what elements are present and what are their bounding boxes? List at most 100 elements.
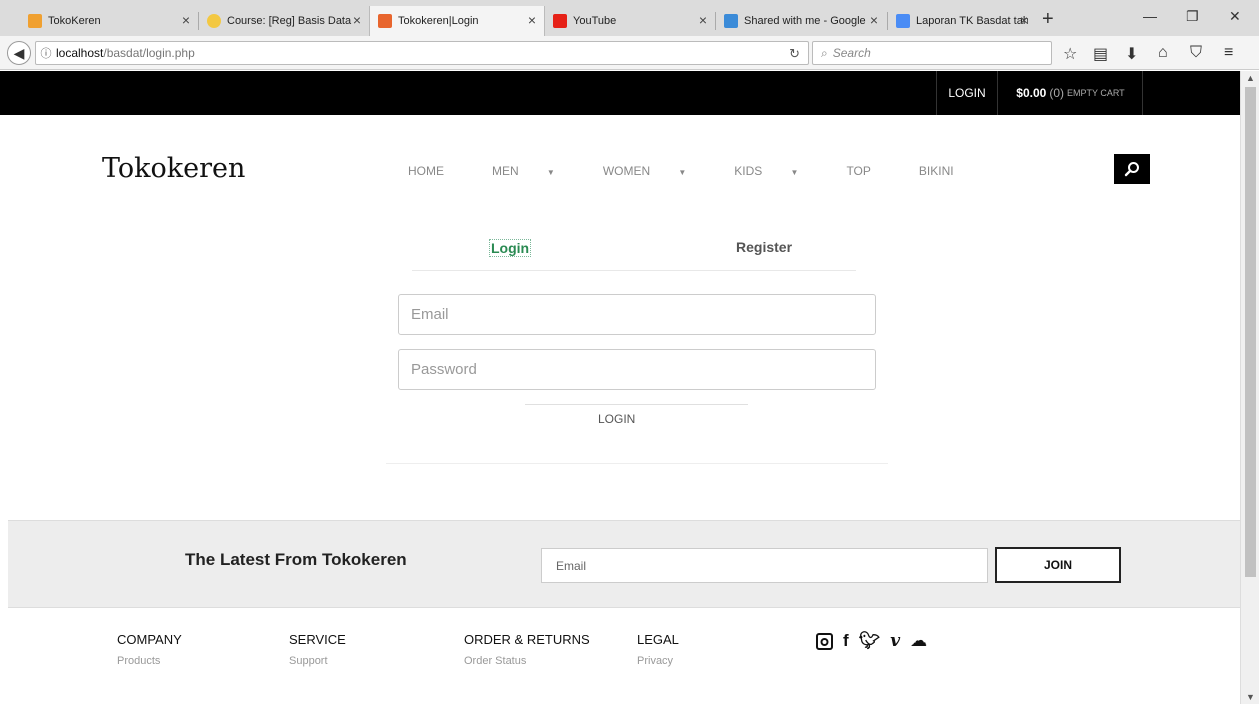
reload-icon[interactable]: ↻ (789, 46, 800, 62)
close-tab-icon[interactable]: × (353, 12, 361, 28)
footer-link[interactable]: Order Status (464, 655, 590, 667)
cart-amount: $0.00 (1016, 86, 1047, 100)
cart-count: (0) (1049, 86, 1064, 100)
vimeo-icon[interactable]: v (890, 631, 900, 651)
browser-tab-strip: TokoKeren × Course: [Reg] Basis Data × T… (0, 0, 1259, 36)
join-button[interactable]: JOIN (995, 547, 1121, 583)
cart-summary[interactable]: $0.00 (0) EMPTY CART (999, 71, 1143, 115)
login-button[interactable]: LOGIN (598, 412, 635, 426)
page-scrollbar[interactable]: ▲ ▼ (1240, 71, 1259, 704)
close-window-icon[interactable]: ✕ (1229, 8, 1241, 25)
scroll-down-icon[interactable]: ▼ (1246, 692, 1255, 702)
back-arrow-icon[interactable]: ◀ (7, 41, 31, 65)
scrollbar-thumb[interactable] (1245, 87, 1256, 577)
main-menu: HOME MEN ▼ WOMEN ▼ KIDS ▼ TOP BIKINI (408, 164, 1002, 178)
menu-icon[interactable]: ≡ (1224, 44, 1233, 62)
caret-down-icon: ▼ (676, 168, 687, 177)
browser-tab[interactable]: TokoKeren × (20, 6, 198, 36)
download-icon[interactable]: ⬇ (1125, 44, 1138, 64)
tab-title: Shared with me - Google (744, 15, 866, 27)
footer-link[interactable]: Products (117, 655, 182, 667)
newsletter-email-input[interactable]: Email (541, 548, 988, 583)
browser-tab[interactable]: Course: [Reg] Basis Data × (199, 6, 369, 36)
instagram-icon[interactable] (816, 632, 833, 650)
browser-toolbar: ◀ ⓘ localhost /basdat/login.php ↻ ⌕ Sear… (0, 36, 1259, 70)
social-links: f 🐦︎ v ☁ (816, 631, 927, 651)
soundcloud-icon[interactable]: ☁ (910, 631, 927, 651)
close-tab-icon[interactable]: × (870, 12, 878, 28)
menu-item-bikini[interactable]: BIKINI (919, 164, 978, 178)
close-tab-icon[interactable]: × (1020, 12, 1028, 28)
menu-item-top[interactable]: TOP (846, 164, 894, 178)
browser-tab[interactable]: Shared with me - Google × (716, 6, 886, 36)
menu-label: MEN (492, 164, 519, 178)
scroll-up-icon[interactable]: ▲ (1246, 73, 1255, 83)
password-field[interactable]: Password (398, 349, 876, 390)
menu-item-women[interactable]: WOMEN ▼ (603, 164, 710, 178)
caret-down-icon: ▼ (544, 168, 555, 177)
divider (386, 463, 888, 464)
page-viewport: LOGIN $0.00 (0) EMPTY CART Tokokeren HOM… (0, 71, 1240, 704)
topbar-login-link[interactable]: LOGIN (936, 71, 998, 115)
google-docs-favicon-icon (896, 14, 910, 28)
facebook-icon[interactable]: f (843, 631, 849, 651)
tab-login[interactable]: Login (489, 239, 532, 257)
browser-tab-active[interactable]: Tokokeren|Login × (369, 6, 545, 36)
footer-column-order-returns: ORDER & RETURNS Order Status (464, 632, 590, 667)
xampp-favicon-icon (378, 14, 392, 28)
search-icon (1124, 162, 1139, 177)
google-drive-favicon-icon (724, 14, 738, 28)
tab-title: YouTube (573, 15, 617, 27)
site-search-button[interactable] (1114, 154, 1150, 184)
newsletter-section: The Latest From Tokokeren Email JOIN (8, 520, 1240, 608)
tab-title: Laporan TK Basdat tahap (916, 15, 1028, 27)
site-info-icon[interactable]: ⓘ (36, 45, 56, 61)
menu-item-home[interactable]: HOME (408, 164, 468, 178)
footer-heading: COMPANY (117, 632, 182, 647)
bookmark-star-icon[interactable]: ☆ (1063, 44, 1077, 64)
footer-column-company: COMPANY Products (117, 632, 182, 667)
tab-register[interactable]: Register (736, 239, 792, 255)
footer-link[interactable]: Privacy (637, 655, 679, 667)
footer-column-legal: LEGAL Privacy (637, 632, 679, 667)
close-tab-icon[interactable]: × (528, 12, 536, 28)
divider (525, 404, 748, 405)
search-placeholder: Search (832, 46, 871, 60)
minimize-icon[interactable]: — (1143, 8, 1157, 24)
footer-column-service: SERVICE Support (289, 632, 346, 667)
tab-title: Tokokeren|Login (398, 15, 479, 27)
browser-tab[interactable]: Laporan TK Basdat tahap × (888, 6, 1036, 36)
menu-label: TOP (846, 164, 871, 178)
address-bar[interactable]: ⓘ localhost /basdat/login.php ↻ (35, 41, 809, 65)
menu-label: KIDS (734, 164, 763, 178)
close-tab-icon[interactable]: × (182, 12, 190, 28)
course-favicon-icon (207, 14, 221, 28)
site-topbar: LOGIN $0.00 (0) EMPTY CART (0, 71, 1240, 115)
menu-label: HOME (408, 164, 444, 178)
footer-heading: SERVICE (289, 632, 346, 647)
browser-search-input[interactable]: ⌕ Search (812, 41, 1052, 65)
url-path: /basdat/login.php (103, 46, 195, 60)
menu-item-kids[interactable]: KIDS ▼ (734, 164, 822, 178)
tokokeren-favicon-icon (28, 14, 42, 28)
menu-label: BIKINI (918, 164, 954, 178)
footer-heading: LEGAL (637, 632, 679, 647)
menu-label: WOMEN (602, 164, 651, 178)
newsletter-title: The Latest From Tokokeren (185, 550, 407, 569)
footer-heading: ORDER & RETURNS (464, 632, 590, 647)
auth-tabs: Login Register (412, 239, 856, 271)
close-tab-icon[interactable]: × (699, 12, 707, 28)
empty-cart-label: EMPTY CART (1067, 88, 1125, 98)
menu-item-men[interactable]: MEN ▼ (492, 164, 579, 178)
twitter-icon[interactable]: 🐦︎ (859, 631, 881, 651)
home-icon[interactable]: ⌂ (1158, 44, 1168, 62)
youtube-favicon-icon (553, 14, 567, 28)
browser-tab[interactable]: YouTube × (545, 6, 715, 36)
site-logo[interactable]: Tokokeren (102, 153, 245, 184)
new-tab-icon[interactable]: + (1042, 8, 1054, 31)
reading-list-icon[interactable]: ▤ (1093, 44, 1108, 64)
footer-link[interactable]: Support (289, 655, 346, 667)
email-field[interactable]: Email (398, 294, 876, 335)
pocket-icon[interactable]: ⛉ (1190, 44, 1202, 62)
restore-icon[interactable]: ❐ (1186, 8, 1199, 25)
